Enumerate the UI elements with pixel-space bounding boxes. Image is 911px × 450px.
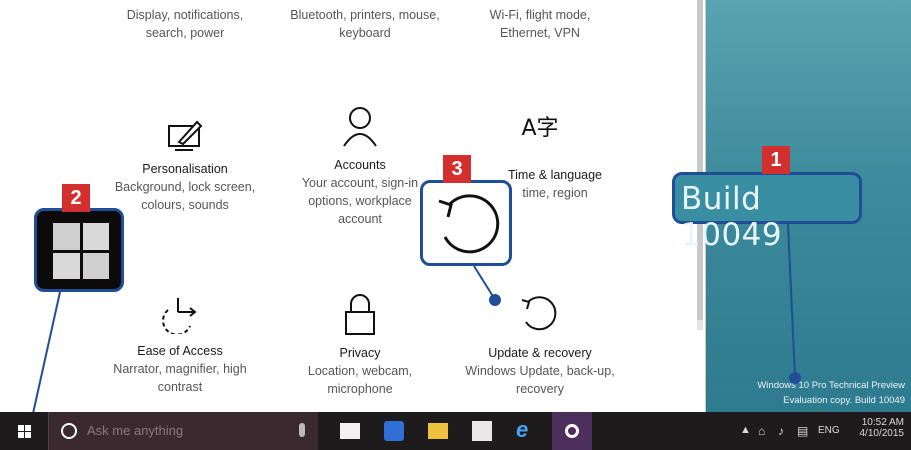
clock[interactable]: 10:52 AM 4/10/2015 bbox=[852, 417, 905, 439]
category-network-partial[interactable]: Wi-Fi, flight mode, Ethernet, VPN bbox=[465, 6, 615, 42]
callout-zoom-build: Build 10049 bbox=[672, 172, 862, 253]
watermark-line2: Evaluation copy. Build 10049 bbox=[783, 395, 905, 406]
ease-of-access-icon bbox=[162, 298, 197, 334]
action-center-icon[interactable]: ▤ bbox=[797, 424, 808, 438]
category-desc: Bluetooth, printers, mouse, keyboard bbox=[290, 8, 440, 40]
windows-logo-icon bbox=[18, 425, 31, 438]
callout-badge-1: 1 bbox=[762, 146, 790, 174]
category-title: Accounts bbox=[334, 158, 386, 172]
task-view-icon[interactable] bbox=[340, 423, 360, 439]
watermark: Windows 10 Pro Technical Preview Evaluat… bbox=[757, 378, 905, 408]
clock-date: 4/10/2015 bbox=[859, 428, 905, 439]
callout-badge-3: 3 bbox=[443, 155, 471, 183]
category-system-partial[interactable]: Display, notifications, search, power bbox=[110, 6, 260, 42]
category-devices-partial[interactable]: Bluetooth, printers, mouse, keyboard bbox=[290, 6, 440, 42]
personalisation-icon bbox=[168, 120, 203, 151]
watermark-line1: Windows 10 Pro Technical Preview bbox=[757, 380, 905, 391]
callout-zoom-start-button bbox=[34, 208, 124, 292]
internet-explorer-icon[interactable] bbox=[384, 421, 404, 441]
update-recovery-icon bbox=[521, 296, 557, 331]
language-indicator[interactable]: ENG bbox=[818, 425, 840, 436]
category-update-recovery[interactable]: Update & recovery Windows Update, back-u… bbox=[465, 292, 615, 398]
category-desc: Narrator, magnifier, high contrast bbox=[113, 362, 247, 394]
settings-window: Display, notifications, search, power Bl… bbox=[0, 0, 706, 412]
category-title: Ease of Access bbox=[137, 344, 223, 358]
store-icon[interactable] bbox=[472, 421, 492, 441]
gear-icon bbox=[565, 424, 579, 438]
category-ease-of-access[interactable]: Ease of Access Narrator, magnifier, high… bbox=[100, 296, 260, 396]
callout-badge-2: 2 bbox=[62, 184, 90, 212]
taskbar: Ask me anything e ▲ ⌂ ♪ ▤ ENG 10:52 AM 4… bbox=[0, 412, 911, 450]
clock-time: 10:52 AM bbox=[861, 417, 904, 428]
file-explorer-icon[interactable] bbox=[428, 423, 448, 439]
category-title: Update & recovery bbox=[488, 346, 592, 360]
category-accounts[interactable]: Accounts Your account, sign-in options, … bbox=[285, 104, 435, 228]
person-icon bbox=[343, 107, 377, 147]
tray-chevron-up-icon[interactable]: ▲ bbox=[740, 424, 751, 436]
search-box[interactable]: Ask me anything bbox=[48, 412, 318, 450]
update-recovery-icon bbox=[438, 194, 500, 254]
category-title: Personalisation bbox=[142, 162, 228, 176]
build-number-zoom: Build 10049 bbox=[681, 181, 783, 253]
scrollbar-thumb[interactable] bbox=[697, 0, 703, 320]
callout-zoom-update-icon bbox=[420, 180, 512, 266]
network-icon[interactable]: ⌂ bbox=[758, 424, 765, 438]
windows-logo-icon bbox=[53, 223, 109, 279]
settings-taskbar-button[interactable] bbox=[552, 412, 592, 450]
ie-e-icon[interactable]: e bbox=[516, 419, 536, 441]
category-desc: Background, lock screen, colours, sounds bbox=[114, 180, 256, 212]
category-desc: Wi-Fi, flight mode, Ethernet, VPN bbox=[489, 8, 591, 40]
category-desc: Location, webcam, microphone bbox=[307, 364, 413, 396]
start-button[interactable] bbox=[8, 412, 42, 450]
lock-icon bbox=[345, 294, 375, 335]
category-desc: Windows Update, back-up, recovery bbox=[465, 364, 615, 396]
cortana-icon bbox=[61, 423, 77, 439]
search-placeholder: Ask me anything bbox=[87, 423, 184, 438]
category-desc: Your account, sign-in options, workplace… bbox=[301, 176, 419, 226]
time-language-icon: A字 bbox=[521, 116, 559, 141]
volume-icon[interactable]: ♪ bbox=[778, 424, 784, 438]
category-desc: Display, notifications, search, power bbox=[126, 8, 244, 40]
category-privacy[interactable]: Privacy Location, webcam, microphone bbox=[285, 292, 435, 398]
category-personalisation[interactable]: Personalisation Background, lock screen,… bbox=[105, 118, 265, 214]
microphone-icon[interactable] bbox=[299, 423, 305, 437]
category-title: Privacy bbox=[339, 346, 381, 360]
